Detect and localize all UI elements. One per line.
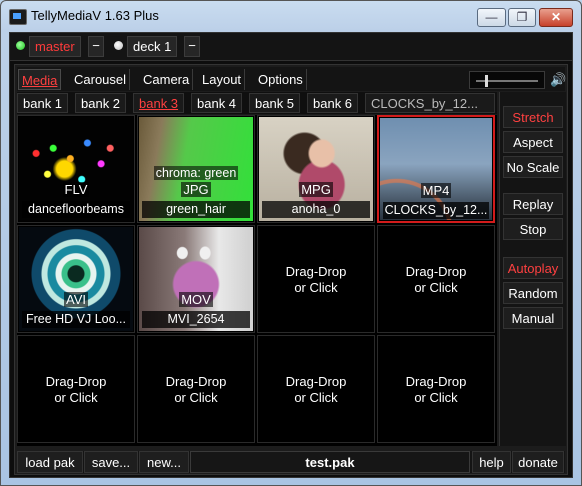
stretch-button[interactable]: Stretch xyxy=(503,106,563,128)
chroma-label: chroma: green xyxy=(153,166,239,180)
random-button[interactable]: Random xyxy=(503,282,563,304)
bank-tab-clocks[interactable]: CLOCKS_by_12... xyxy=(365,93,495,113)
deck1-led-icon xyxy=(114,41,123,50)
tab-carousel[interactable]: Carousel xyxy=(71,69,131,90)
bank-tab-4[interactable]: bank 4 xyxy=(191,93,243,113)
window-title: TellyMediaV 1.63 Plus xyxy=(31,8,159,23)
media-name-label: Free HD VJ Loo... xyxy=(22,311,130,328)
bank-tab-3[interactable]: bank 3 xyxy=(133,93,185,113)
tab-layout[interactable]: Layout xyxy=(199,69,246,90)
new-button[interactable]: new... xyxy=(139,451,189,473)
maximize-button[interactable]: ❐ xyxy=(508,8,536,27)
bank-tab-1[interactable]: bank 1 xyxy=(17,93,69,113)
load-pak-button[interactable]: load pak xyxy=(17,451,83,473)
or-click-label: or Click xyxy=(294,280,338,295)
or-click-label: or Click xyxy=(54,390,98,405)
deck1-remove-button[interactable]: − xyxy=(184,36,200,57)
no-scale-button[interactable]: No Scale xyxy=(503,156,563,178)
deck-bar: master − deck 1 − xyxy=(10,33,572,61)
master-deck-tab[interactable]: master xyxy=(29,36,81,57)
or-click-label: or Click xyxy=(414,390,458,405)
drag-drop-label: Drag-Drop xyxy=(285,264,347,279)
media-cell-1[interactable]: FLV dancefloorbeams xyxy=(17,115,135,223)
media-cell-4-selected[interactable]: MP4 CLOCKS_by_12... xyxy=(377,115,495,223)
media-name-label: anoha_0 xyxy=(262,201,370,218)
donate-button[interactable]: donate xyxy=(512,451,564,473)
media-type-label: MOV xyxy=(179,292,213,307)
media-name-label: dancefloorbeams xyxy=(22,201,130,218)
title-bar[interactable]: TellyMediaV 1.63 Plus — ❐ ✕ xyxy=(1,1,581,31)
client-area: master − deck 1 − Media Carousel Camera … xyxy=(9,32,573,478)
deck1-tab[interactable]: deck 1 xyxy=(127,36,178,57)
menu-bar: Media Carousel Camera Layout Options 🔊 xyxy=(17,67,566,91)
bank-tab-2[interactable]: bank 2 xyxy=(75,93,127,113)
app-icon xyxy=(9,9,27,25)
speaker-icon[interactable]: 🔊 xyxy=(550,71,566,89)
media-type-label: FLV xyxy=(62,182,90,197)
master-led-icon xyxy=(16,41,25,50)
manual-button[interactable]: Manual xyxy=(503,307,563,329)
empty-cell-7[interactable]: Drag-Drop or Click xyxy=(257,225,375,333)
save-button[interactable]: save... xyxy=(84,451,138,473)
drag-drop-label: Drag-Drop xyxy=(405,264,467,279)
drag-drop-label: Drag-Drop xyxy=(285,374,347,389)
app-window: TellyMediaV 1.63 Plus — ❐ ✕ master − dec… xyxy=(0,0,582,486)
tab-media[interactable]: Media xyxy=(18,69,62,90)
media-type-label: JPG xyxy=(181,182,211,197)
media-type-label: MP4 xyxy=(420,183,452,198)
bottom-bar: load pak save... new... test.pak help do… xyxy=(17,451,565,473)
empty-cell-10[interactable]: Drag-Drop or Click xyxy=(137,335,255,443)
empty-cell-12[interactable]: Drag-Drop or Click xyxy=(377,335,495,443)
aspect-button[interactable]: Aspect xyxy=(503,131,563,153)
media-name-label: MVI_2654 xyxy=(142,311,250,328)
close-button[interactable]: ✕ xyxy=(539,8,573,27)
stop-button[interactable]: Stop xyxy=(503,218,563,240)
media-grid: FLV dancefloorbeams chroma: green JPG gr… xyxy=(17,115,497,446)
help-button[interactable]: help xyxy=(472,451,511,473)
tab-camera[interactable]: Camera xyxy=(140,69,194,90)
volume-knob[interactable] xyxy=(485,75,489,87)
playback-sidebar: Stretch Aspect No Scale Replay Stop Auto… xyxy=(499,92,566,446)
bank-tab-6[interactable]: bank 6 xyxy=(307,93,359,113)
or-click-label: or Click xyxy=(174,390,218,405)
media-name-label: CLOCKS_by_12... xyxy=(383,202,489,219)
media-type-label: MPG xyxy=(299,182,333,197)
autoplay-button[interactable]: Autoplay xyxy=(503,257,563,279)
minimize-button[interactable]: — xyxy=(477,8,506,27)
drag-drop-label: Drag-Drop xyxy=(405,374,467,389)
empty-cell-11[interactable]: Drag-Drop or Click xyxy=(257,335,375,443)
media-panel: Media Carousel Camera Layout Options 🔊 b… xyxy=(14,64,568,475)
drag-drop-label: Drag-Drop xyxy=(45,374,107,389)
bank-tab-5[interactable]: bank 5 xyxy=(249,93,301,113)
or-click-label: or Click xyxy=(414,280,458,295)
media-cell-3[interactable]: MPG anoha_0 xyxy=(257,115,375,223)
bank-bar: bank 1 bank 2 bank 3 bank 4 bank 5 bank … xyxy=(17,92,497,114)
drag-drop-label: Drag-Drop xyxy=(165,374,227,389)
media-cell-2[interactable]: chroma: green JPG green_hair xyxy=(137,115,255,223)
media-name-label: green_hair xyxy=(142,201,250,218)
media-cell-5[interactable]: AVI Free HD VJ Loo... xyxy=(17,225,135,333)
empty-cell-9[interactable]: Drag-Drop or Click xyxy=(17,335,135,443)
replay-button[interactable]: Replay xyxy=(503,193,563,215)
volume-slider[interactable] xyxy=(469,71,545,89)
empty-cell-8[interactable]: Drag-Drop or Click xyxy=(377,225,495,333)
tab-options[interactable]: Options xyxy=(255,69,307,90)
media-cell-6[interactable]: MOV MVI_2654 xyxy=(137,225,255,333)
pak-filename: test.pak xyxy=(190,451,470,473)
master-remove-button[interactable]: − xyxy=(88,36,104,57)
media-type-label: AVI xyxy=(64,292,88,307)
or-click-label: or Click xyxy=(294,390,338,405)
